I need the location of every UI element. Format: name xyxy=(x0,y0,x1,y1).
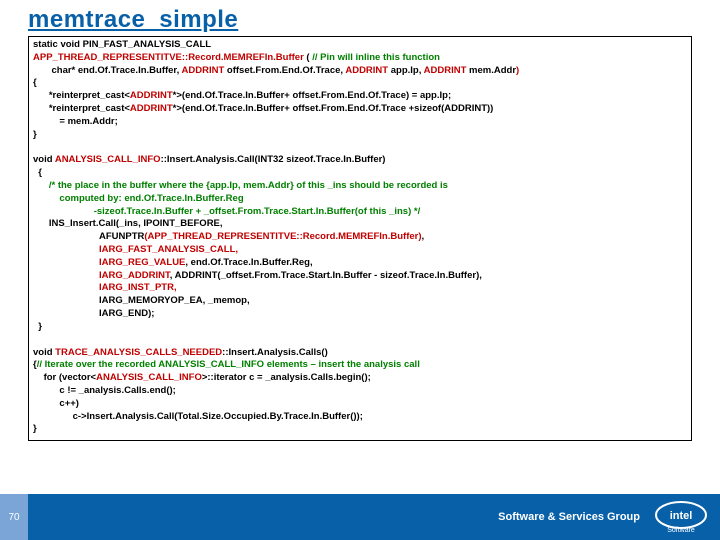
code-line: char* end.Of.Trace.In.Buffer, ADDRINT of… xyxy=(33,65,687,78)
code-blank xyxy=(33,142,687,155)
code-line: *reinterpret_cast<ADDRINT*>(end.Of.Trace… xyxy=(33,103,687,116)
code-line: } xyxy=(33,129,687,142)
code-line: static void PIN_FAST_ANALYSIS_CALL xyxy=(33,39,687,52)
code-line: -sizeof.Trace.In.Buffer + _offset.From.T… xyxy=(33,206,687,219)
code-line: APP_THREAD_REPRESENTITVE::Record.MEMREFI… xyxy=(33,52,687,65)
code-line: { xyxy=(33,167,687,180)
slide: memtrace_simple static void PIN_FAST_ANA… xyxy=(0,0,720,540)
page-number: 70 xyxy=(0,494,28,540)
code-box: static void PIN_FAST_ANALYSIS_CALL APP_T… xyxy=(28,36,692,441)
code-line: = mem.Addr; xyxy=(33,116,687,129)
code-line: AFUNPTR(APP_THREAD_REPRESENTITVE::Record… xyxy=(33,231,687,244)
intel-logo: intel Software xyxy=(654,500,708,534)
code-line: c->Insert.Analysis.Call(Total.Size.Occup… xyxy=(33,411,687,424)
code-line: {// Iterate over the recorded ANALYSIS_C… xyxy=(33,359,687,372)
footer-bar: 70 Software & Services Group intel Softw… xyxy=(0,494,720,540)
code-line: IARG_REG_VALUE, end.Of.Trace.In.Buffer.R… xyxy=(33,257,687,270)
code-line: { xyxy=(33,77,687,90)
code-blank xyxy=(33,334,687,347)
code-line: c != _analysis.Calls.end(); xyxy=(33,385,687,398)
code-line: IARG_FAST_ANALYSIS_CALL, xyxy=(33,244,687,257)
code-line: computed by: end.Of.Trace.In.Buffer.Reg xyxy=(33,193,687,206)
code-line: void ANALYSIS_CALL_INFO::Insert.Analysis… xyxy=(33,154,687,167)
code-line: IARG_MEMORYOP_EA, _memop, xyxy=(33,295,687,308)
code-line: for (vector<ANALYSIS_CALL_INFO>::iterato… xyxy=(33,372,687,385)
code-line: void TRACE_ANALYSIS_CALLS_NEEDED::Insert… xyxy=(33,347,687,360)
code-line: IARG_INST_PTR, xyxy=(33,282,687,295)
intel-logo-icon: intel Software xyxy=(654,500,708,534)
code-line: *reinterpret_cast<ADDRINT*>(end.Of.Trace… xyxy=(33,90,687,103)
code-line: INS_Insert.Call(_ins, IPOINT_BEFORE, xyxy=(33,218,687,231)
code-line: } xyxy=(33,423,687,436)
svg-text:intel: intel xyxy=(670,510,693,522)
footer-group: Software & Services Group xyxy=(498,511,640,523)
code-line: } xyxy=(33,321,687,334)
code-line: IARG_ADDRINT, ADDRINT(_offset.From.Trace… xyxy=(33,270,687,283)
code-line: /* the place in the buffer where the {ap… xyxy=(33,180,687,193)
svg-text:Software: Software xyxy=(667,527,695,534)
slide-title: memtrace_simple xyxy=(0,0,720,34)
code-line: c++) xyxy=(33,398,687,411)
code-line: IARG_END); xyxy=(33,308,687,321)
